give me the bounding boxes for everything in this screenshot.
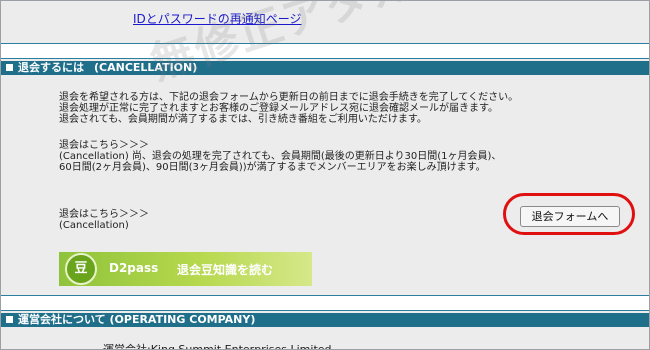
instruction-paragraph: 退会を希望される方は、下記の退会フォームから更新日の前日までに退会手続きを完了し… [59,92,518,125]
company-name: 運営会社:King Summit Enterprises Limited [103,343,332,350]
text-line: 退会されても、会員期間が満了するまでは、引き続き番組をご利用いただけます。 [59,114,427,125]
cancellation-header-en: (CANCELLATION) [94,61,198,74]
page-frame: IDとパスワードの再通知ページ 退会するには (CANCELLATION) 退会を… [0,0,650,350]
square-bullet-icon [6,315,13,323]
cancellation-header-jp: 退会するには [18,61,84,74]
bean-badge-icon: 豆 [65,253,97,285]
top-area: IDとパスワードの再通知ページ [1,1,649,41]
text-line: 60日間(2ヶ月会員)、90日間(3ヶ月会員))が満了するまでメンバーエリアをお… [59,162,486,173]
membership-note-paragraph: 退会はこちら＞＞＞ (Cancellation) 尚、退会の処理を完了されても、… [59,140,501,173]
text-line: 退会処理が正常に完了されますとお客様のご登録メールアドレス宛に退会確認メールが届… [59,103,498,114]
divider [1,58,649,59]
spacer [1,296,649,310]
text-line: 退会を希望される方は、下記の退会フォームから更新日の前日までに退会手続きを完了し… [59,92,519,103]
operating-header-text: 運営会社について (OPERATING COMPANY) [18,313,256,326]
id-password-reminder-link[interactable]: IDとパスワードの再通知ページ [133,10,302,27]
text-line: 退会はこちら＞＞＞ [59,209,149,220]
spacer [1,44,649,58]
d2pass-cta-text: 退会豆知識を読む [177,263,274,277]
text-line: (Cancellation) 尚、退会の処理を完了されても、会員期間(最後の更新… [59,151,502,162]
cancellation-section-header: 退会するには (CANCELLATION) [1,61,649,75]
d2pass-cancel-tips-banner[interactable]: 豆 D2pass 退会豆知識を読む [59,252,312,286]
d2pass-logo: D2pass [109,261,159,275]
cancel-form-button[interactable]: 退会フォームへ [520,206,620,227]
text-line: (Cancellation) [59,220,129,231]
text-line: 退会はこちら＞＞＞ [59,140,149,151]
divider [1,310,649,311]
square-bullet-icon [6,63,13,71]
operating-company-section-header: 運営会社について (OPERATING COMPANY) [1,313,649,327]
cancel-prompt: 退会はこちら＞＞＞ (Cancellation) [59,209,149,231]
